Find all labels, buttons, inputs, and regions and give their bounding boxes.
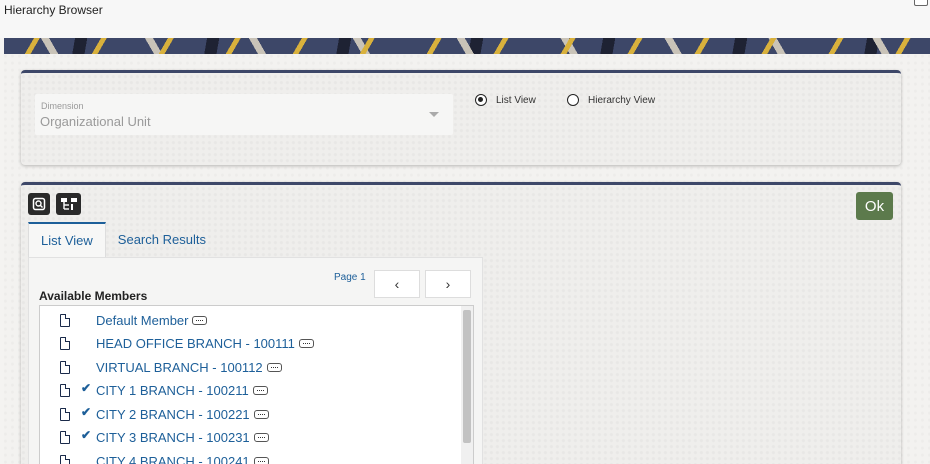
window-title: Hierarchy Browser	[4, 3, 103, 17]
more-options-icon[interactable]	[253, 457, 269, 464]
more-options-icon[interactable]	[192, 316, 208, 326]
more-options-icon[interactable]	[253, 433, 269, 443]
chevron-left-icon: ‹	[394, 276, 400, 292]
dimension-value: Organizational Unit	[40, 114, 151, 129]
dimension-panel: Dimension Organizational Unit List View …	[21, 70, 901, 165]
member-label: VIRTUAL BRANCH - 100112	[96, 360, 263, 375]
view-tabs: List View Search Results	[28, 222, 218, 257]
more-options-icon[interactable]	[298, 339, 314, 349]
list-item[interactable]: VIRTUAL BRANCH - 100112	[40, 356, 460, 379]
radio-selected-icon[interactable]	[475, 94, 487, 106]
more-options-icon[interactable]	[252, 386, 268, 396]
member-name[interactable]: CITY 4 BRANCH - 100241	[96, 454, 269, 464]
document-icon	[60, 455, 70, 464]
radio-hierarchy-view-label: Hierarchy View	[588, 94, 656, 106]
member-name[interactable]: Default Member	[96, 313, 208, 328]
hierarchy-tree-icon	[60, 198, 77, 210]
list-item[interactable]: HEAD OFFICE BRANCH - 100111	[40, 332, 460, 355]
checkmark-icon: ✔	[81, 381, 92, 395]
member-name[interactable]: CITY 1 BRANCH - 100211	[96, 383, 268, 398]
checkmark-icon: ✔	[81, 428, 92, 442]
hierarchy-button[interactable]	[56, 193, 81, 215]
member-name[interactable]: VIRTUAL BRANCH - 100112	[96, 360, 282, 375]
member-label: CITY 1 BRANCH - 100211	[96, 383, 249, 398]
scrollbar-track[interactable]	[461, 306, 473, 464]
main-content: Dimension Organizational Unit List View …	[4, 54, 930, 464]
decorative-banner	[4, 38, 930, 54]
radio-unselected-icon[interactable]	[567, 94, 579, 106]
scrollbar-thumb[interactable]	[463, 310, 471, 443]
next-page-button[interactable]: ›	[425, 270, 471, 298]
dimension-label: Dimension	[41, 101, 84, 111]
members-list[interactable]: Default Member HEAD OFFICE BRANCH - 1001…	[39, 305, 474, 464]
document-icon	[60, 337, 70, 350]
document-icon	[60, 384, 70, 397]
list-item[interactable]: ✔ CITY 1 BRANCH - 100211	[40, 379, 460, 402]
document-icon	[60, 361, 70, 374]
list-item[interactable]: ✔ CITY 3 BRANCH - 100231	[40, 426, 460, 449]
checkmark-icon: ✔	[81, 405, 92, 419]
member-name[interactable]: CITY 2 BRANCH - 100221	[96, 407, 269, 422]
search-icon	[32, 197, 46, 211]
document-icon	[60, 408, 70, 421]
member-label: HEAD OFFICE BRANCH - 100111	[96, 336, 295, 351]
prev-page-button[interactable]: ‹	[374, 270, 420, 298]
member-label: CITY 2 BRANCH - 100221	[96, 407, 250, 422]
list-item[interactable]: ✔ CITY 2 BRANCH - 100221	[40, 403, 460, 426]
member-name[interactable]: CITY 3 BRANCH - 100231	[96, 430, 269, 445]
members-panel: Ok List View Search Results Page 1 ‹ › A…	[21, 182, 901, 464]
member-label: Default Member	[96, 313, 189, 328]
title-bar: Hierarchy Browser	[0, 0, 930, 38]
radio-list-view[interactable]: List View	[475, 94, 536, 106]
available-members-title: Available Members	[39, 289, 148, 303]
page-indicator: Page 1	[334, 272, 366, 283]
tab-search-results[interactable]: Search Results	[106, 222, 218, 257]
chevron-right-icon: ›	[445, 276, 451, 292]
chevron-down-icon[interactable]	[429, 112, 439, 117]
member-label: CITY 3 BRANCH - 100231	[96, 430, 250, 445]
ok-button[interactable]: Ok	[856, 192, 893, 220]
search-button[interactable]	[28, 193, 50, 215]
more-options-icon[interactable]	[253, 410, 269, 420]
maximize-button[interactable]	[914, 0, 928, 6]
radio-list-view-label: List View	[496, 94, 536, 106]
dimension-select[interactable]: Dimension Organizational Unit	[35, 94, 453, 135]
member-label: CITY 4 BRANCH - 100241	[96, 454, 250, 464]
list-item[interactable]: CITY 4 BRANCH - 100241	[40, 450, 460, 464]
more-options-icon[interactable]	[266, 363, 282, 373]
member-name[interactable]: HEAD OFFICE BRANCH - 100111	[96, 336, 314, 351]
document-icon	[60, 431, 70, 444]
tab-list-view[interactable]: List View	[28, 222, 106, 257]
list-item[interactable]: Default Member	[40, 309, 460, 332]
radio-hierarchy-view[interactable]: Hierarchy View	[567, 94, 655, 106]
document-icon	[60, 314, 70, 327]
available-members-box: Page 1 ‹ › Available Members Default Mem…	[28, 257, 483, 464]
